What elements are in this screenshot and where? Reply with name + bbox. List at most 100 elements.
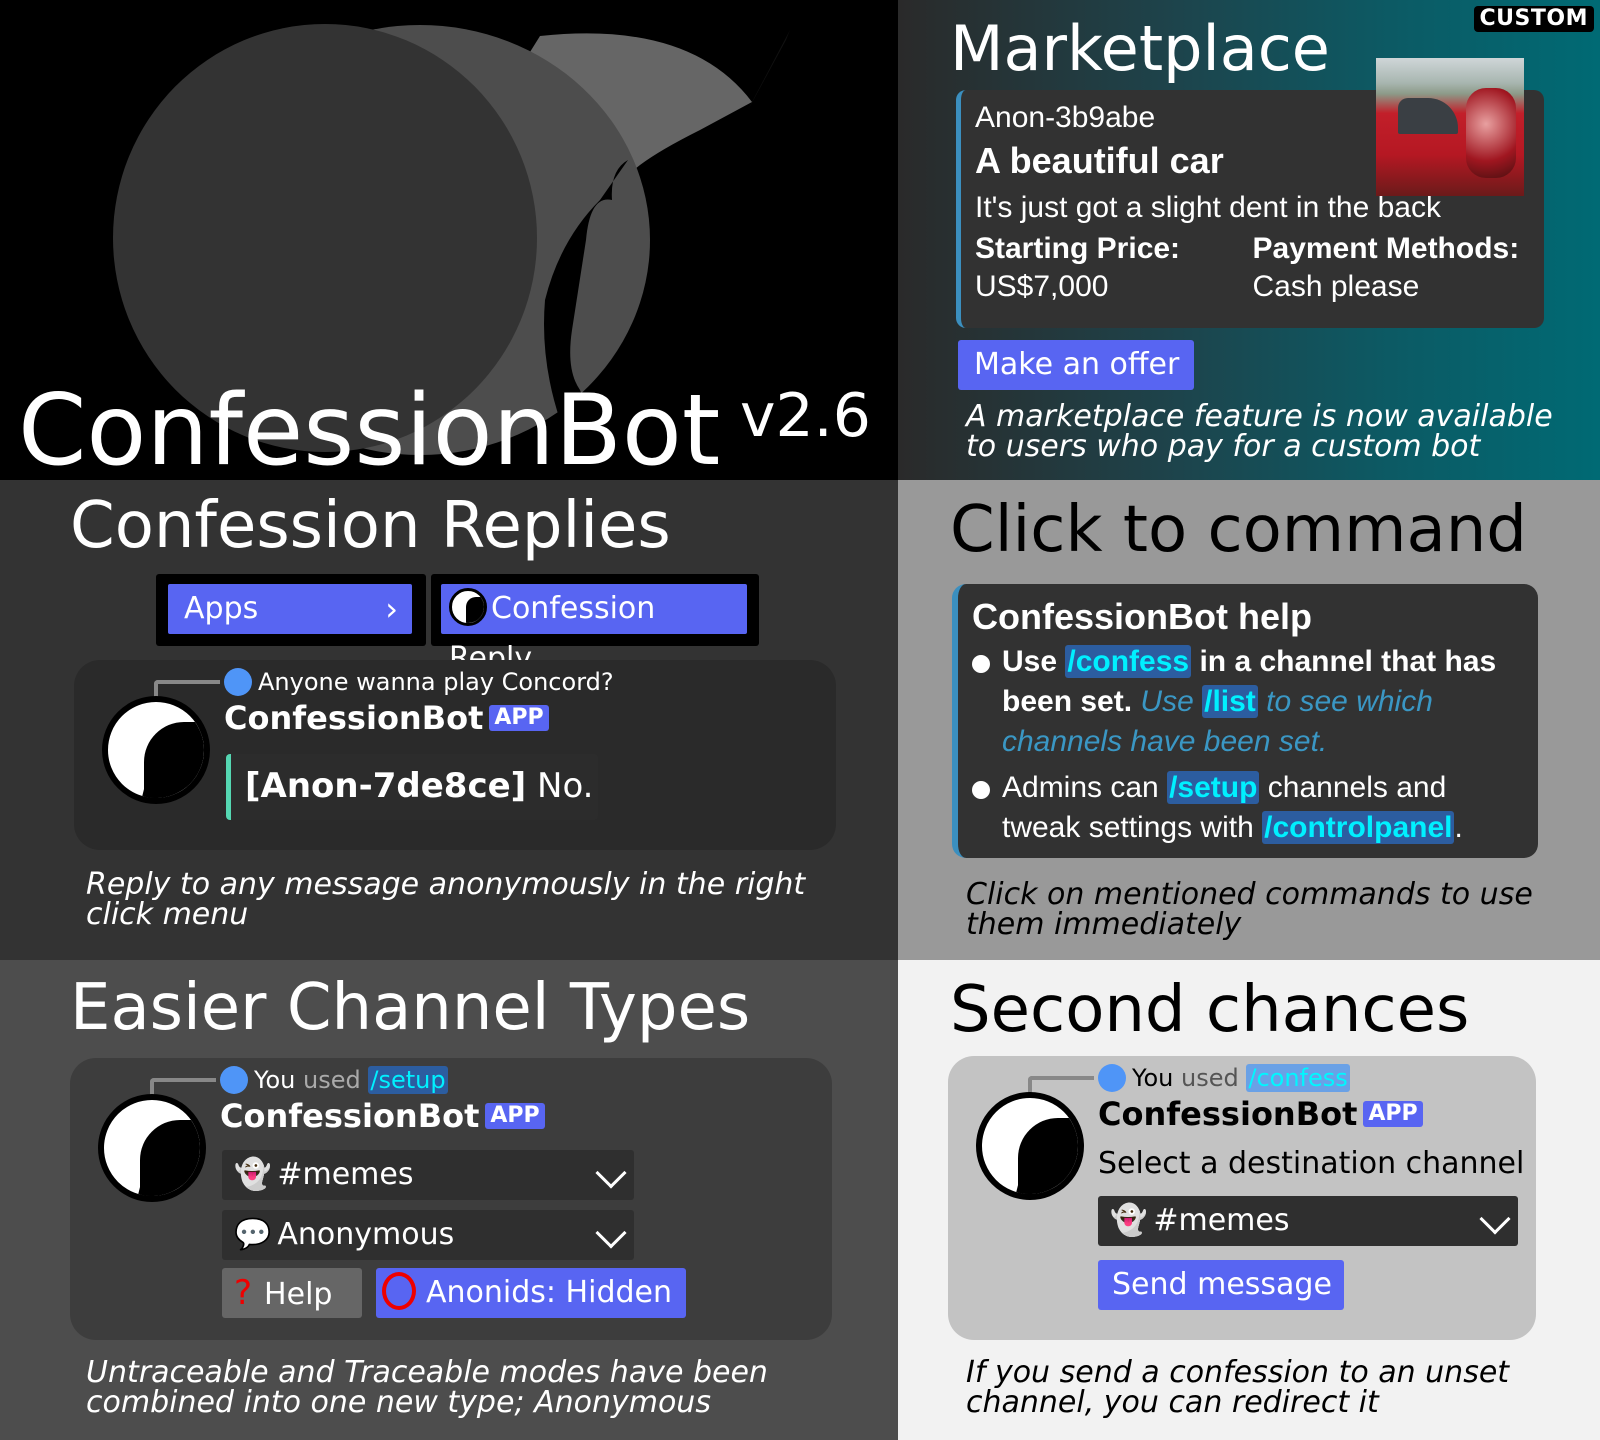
setup-message: You used /setup ConfessionBot APP 👻 #memes… — [70, 1058, 832, 1340]
custom-badge: CUSTOM — [1473, 6, 1594, 32]
chevron-down-icon — [595, 1217, 627, 1249]
user-avatar — [1098, 1064, 1126, 1092]
apps-menu-label: Apps — [184, 591, 259, 626]
anon-id: [Anon-7de8ce] — [245, 766, 527, 806]
you-text: You — [1132, 1064, 1174, 1092]
anonids-toggle-button[interactable]: Anonids: Hidden — [376, 1268, 686, 1318]
destination-channel-select[interactable]: 👻 #memes — [1098, 1196, 1518, 1246]
channel-select[interactable]: 👻 #memes — [222, 1150, 634, 1200]
replies-heading: Confession Replies — [70, 489, 671, 563]
reply-connector — [154, 680, 220, 698]
ghost-icon: 👻 — [234, 1157, 272, 1192]
user-avatar — [220, 1066, 248, 1094]
ghost-icon: 👻 — [1110, 1203, 1148, 1238]
marketplace-panel: CUSTOM Marketplace Anon-3b9abe A beautif… — [898, 0, 1600, 480]
click-command-panel: Click to command ConfessionBot help Use … — [898, 480, 1600, 960]
channel-types-panel: Easier Channel Types You used /setup Con… — [0, 960, 898, 1440]
reply-connector — [150, 1078, 216, 1096]
help-item-1-pre: Use — [1002, 645, 1058, 678]
help-item-2-pre: Admins can — [1002, 771, 1159, 804]
payment-field-name: Payment Methods: — [1252, 232, 1520, 265]
chevron-down-icon — [1479, 1203, 1511, 1235]
click-command-caption: Click on mentioned commands to use them … — [966, 877, 1533, 942]
click-command-heading: Click to command — [950, 493, 1527, 567]
second-chances-heading: Second chances — [950, 973, 1470, 1047]
interaction-reference: You used /confess — [1132, 1064, 1350, 1092]
car-window — [1398, 98, 1458, 134]
payment-field-value: Cash please — [1252, 270, 1420, 303]
bot-avatar[interactable] — [98, 1094, 206, 1202]
apps-menu-item[interactable]: Apps › — [168, 584, 412, 634]
confession-reply-menu-item[interactable]: Confession Reply — [441, 584, 747, 676]
destination-channel-value: #memes — [1153, 1203, 1290, 1238]
speech-bubble-icon: 💬 — [234, 1217, 272, 1252]
confess-command-link[interactable]: /confess — [1246, 1064, 1350, 1092]
replies-caption: Reply to any message anonymously in the … — [86, 867, 806, 932]
referenced-user-avatar — [224, 668, 252, 696]
bot-avatar[interactable] — [102, 696, 210, 804]
redirect-message: You used /confess ConfessionBot APP Selec… — [948, 1056, 1536, 1340]
channel-type-value: Anonymous — [277, 1217, 455, 1252]
destination-prompt: Select a destination channel — [1098, 1146, 1525, 1181]
channel-types-caption: Untraceable and Traceable modes have bee… — [86, 1355, 768, 1420]
controlpanel-command-link[interactable]: /controlpanel — [1262, 811, 1455, 844]
hero-panel: ConfessionBot v2.6 — [0, 0, 898, 480]
chevron-down-icon — [595, 1157, 627, 1189]
list-command-link[interactable]: /list — [1202, 685, 1258, 718]
marketplace-caption: A marketplace feature is now available t… — [966, 399, 1553, 464]
question-mark-icon: ? — [234, 1273, 253, 1313]
app-tag: APP — [489, 705, 549, 731]
bot-avatar-icon — [449, 587, 487, 626]
second-chances-panel: Second chances You used /confess Confess… — [898, 960, 1600, 1440]
price-field-name: Starting Price: — [975, 232, 1181, 265]
reply-message: Anyone wanna play Concord? ConfessionBot… — [74, 660, 836, 850]
help-title: ConfessionBot help — [972, 596, 1312, 637]
bot-name-text: ConfessionBot — [1098, 1095, 1358, 1133]
bot-avatar[interactable] — [976, 1092, 1084, 1200]
setup-command-link[interactable]: /setup — [1167, 771, 1260, 804]
bot-name[interactable]: ConfessionBot APP — [1098, 1096, 1423, 1132]
apps-submenu: Confession Reply — [431, 574, 759, 676]
payment-field: Payment Methods: Cash please — [1253, 230, 1531, 306]
app-tag: APP — [1363, 1101, 1423, 1127]
help-list: Use /confess in a channel that has been … — [972, 642, 1524, 848]
marketplace-heading: Marketplace — [950, 12, 1330, 85]
app-tag: APP — [485, 1103, 545, 1129]
reply-connector — [1028, 1076, 1094, 1094]
help-embed: ConfessionBot help Use /confess in a cha… — [952, 584, 1538, 858]
version-label: v2.6 — [740, 381, 871, 451]
channel-type-select[interactable]: 💬 Anonymous — [222, 1210, 634, 1260]
reply-text: No. — [537, 766, 594, 806]
bot-name-text: ConfessionBot — [220, 1097, 480, 1135]
help-item-setup: Admins can /setup channels and tweak set… — [972, 768, 1524, 848]
channel-select-value: #memes — [277, 1157, 414, 1192]
red-circle-icon — [382, 1271, 416, 1310]
channel-types-heading: Easier Channel Types — [70, 971, 751, 1045]
anonids-button-label: Anonids: Hidden — [426, 1275, 673, 1310]
interaction-reference: You used /setup — [254, 1066, 448, 1094]
setup-command-link[interactable]: /setup — [368, 1066, 448, 1094]
referenced-message-text[interactable]: Anyone wanna play Concord? — [258, 668, 614, 696]
make-offer-button[interactable]: Make an offer — [958, 340, 1194, 390]
used-text: used — [1181, 1064, 1239, 1092]
listing-thumbnail[interactable] — [1376, 58, 1524, 196]
app-title: ConfessionBot — [18, 374, 721, 480]
reply-embed: [Anon-7de8ce] No. — [226, 754, 598, 820]
replies-panel: Confession Replies Apps › Confession Rep… — [0, 480, 898, 960]
context-menu: Apps › — [156, 574, 426, 646]
help-note-pre: Use — [1140, 685, 1194, 718]
bot-name[interactable]: ConfessionBot APP — [220, 1098, 545, 1134]
second-chances-caption: If you send a confession to an unset cha… — [966, 1355, 1510, 1420]
help-item-confess: Use /confess in a channel that has been … — [972, 642, 1524, 762]
help-button[interactable]: ? Help — [222, 1268, 362, 1318]
car-dent — [1466, 88, 1516, 178]
help-item-2-post: . — [1454, 811, 1463, 844]
help-button-label: Help — [264, 1277, 333, 1312]
you-used-text: You — [254, 1066, 296, 1094]
chevron-right-icon: › — [385, 590, 398, 628]
price-field-value: US$7,000 — [975, 270, 1109, 303]
send-message-button[interactable]: Send message — [1098, 1260, 1344, 1310]
bot-name[interactable]: ConfessionBot APP — [224, 700, 549, 736]
price-field: Starting Price: US$7,000 — [975, 230, 1253, 306]
confess-command-link[interactable]: /confess — [1065, 645, 1192, 678]
